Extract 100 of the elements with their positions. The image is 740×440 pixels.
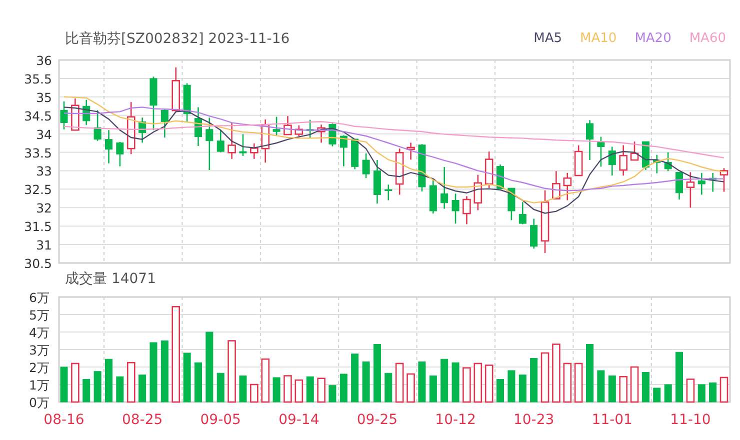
axis-tick-label: 33.5 [24, 145, 52, 160]
candlestick [150, 76, 158, 130]
volume-bar [284, 375, 292, 403]
date-label: 09-14 [278, 412, 320, 428]
axis-tick-label: 5万 [29, 308, 50, 322]
axis-tick-label: 31 [36, 238, 52, 253]
candlestick [250, 143, 258, 159]
candlestick [418, 144, 426, 192]
volume-bar [586, 344, 594, 402]
chart-title: 比音勒芬[SZ002832] 2023-11-16 [65, 30, 290, 48]
axis-tick-label: 35.5 [24, 71, 52, 86]
candlestick [474, 174, 482, 210]
volume-title: 成交量 14071 [65, 270, 156, 288]
candlestick [440, 167, 448, 209]
axis-tick-label: 33 [36, 164, 52, 179]
candlestick [261, 119, 270, 163]
volume-bar [272, 377, 280, 402]
candlestick [406, 142, 415, 160]
candlestick [94, 110, 102, 141]
candlestick [720, 168, 728, 192]
candlestick [138, 118, 146, 143]
volume-bar [563, 362, 572, 403]
volume-bar [709, 382, 717, 402]
candlestick [116, 142, 124, 166]
axis-tick-label: 0万 [29, 395, 50, 410]
candlestick [530, 218, 538, 249]
candlestick [216, 130, 224, 152]
volume-bar [340, 374, 348, 402]
candlestick [228, 122, 236, 159]
candlestick [496, 164, 504, 190]
candlestick [126, 102, 136, 154]
legend-label: MA10 [580, 30, 617, 48]
volume-bar [642, 372, 650, 402]
volume-bar [508, 370, 516, 402]
date-label: 09-25 [356, 412, 398, 428]
candlestick [206, 118, 214, 170]
candlestick [239, 134, 247, 156]
date-label: 08-16 [44, 412, 84, 428]
volume-bar [630, 366, 639, 403]
axis-tick-label: 34 [36, 126, 52, 142]
volume-bar [294, 379, 304, 403]
volume-bar [440, 358, 448, 402]
axis-tick-label: 6万 [29, 290, 50, 305]
candlestick [462, 196, 471, 224]
axis-tick-label: 2万 [29, 360, 50, 375]
date-label: 10-12 [435, 412, 476, 428]
volume-bar [351, 354, 359, 402]
volume-bar [228, 340, 236, 403]
candlestick [351, 138, 359, 170]
candlestick [698, 172, 706, 195]
candlestick [362, 153, 370, 178]
candlestick [619, 145, 628, 176]
date-label: 10-23 [513, 412, 554, 428]
candlestick [294, 125, 304, 136]
date-label: 11-10 [670, 412, 711, 428]
volume-bar [462, 367, 471, 403]
volume-bar [160, 340, 168, 402]
candlestick [340, 135, 348, 166]
volume-bar [474, 362, 482, 403]
candlestick [653, 154, 661, 174]
candlestick [686, 172, 695, 208]
volume-bar [328, 385, 336, 402]
candlestick [194, 107, 202, 146]
volume-bar [552, 344, 560, 403]
volume-bar [71, 362, 80, 403]
volume-bar [206, 332, 214, 402]
volume-bar [105, 358, 112, 402]
volume-bar [126, 362, 136, 403]
axis-tick-label: 3万 [29, 342, 50, 358]
candlestick [172, 67, 180, 112]
axis-tick-label: 35 [36, 90, 52, 105]
volume-bar [418, 362, 426, 402]
volume-bar [60, 366, 68, 402]
candlestick [508, 188, 516, 220]
candlestick [518, 202, 526, 224]
candlestick [60, 101, 68, 130]
volume-bar [194, 362, 202, 402]
volume-bar [540, 352, 550, 403]
axis-tick-label: 32 [36, 200, 52, 216]
axis-tick-label: 4万 [29, 325, 50, 340]
candlestick [540, 190, 550, 254]
candlestick [317, 124, 326, 143]
candlestick [105, 130, 112, 164]
legend-label: MA60 [689, 30, 726, 48]
candlestick [709, 172, 717, 192]
volume-bar [574, 362, 583, 403]
date-label: 11-01 [592, 412, 632, 428]
volume-bar [317, 378, 326, 403]
candlestick [664, 152, 672, 172]
volume-bar [429, 376, 437, 402]
volume-bar [150, 342, 158, 402]
volume-bar [239, 376, 247, 402]
legend-label: MA5 [534, 30, 562, 48]
candlestick [160, 109, 168, 138]
volume-bar [698, 384, 706, 402]
candlestick [574, 145, 583, 176]
axis-tick-label: 32.5 [24, 182, 52, 198]
axis-tick-label: 34.5 [24, 108, 52, 124]
candlestick [82, 100, 90, 125]
date-label: 09-05 [200, 412, 241, 428]
